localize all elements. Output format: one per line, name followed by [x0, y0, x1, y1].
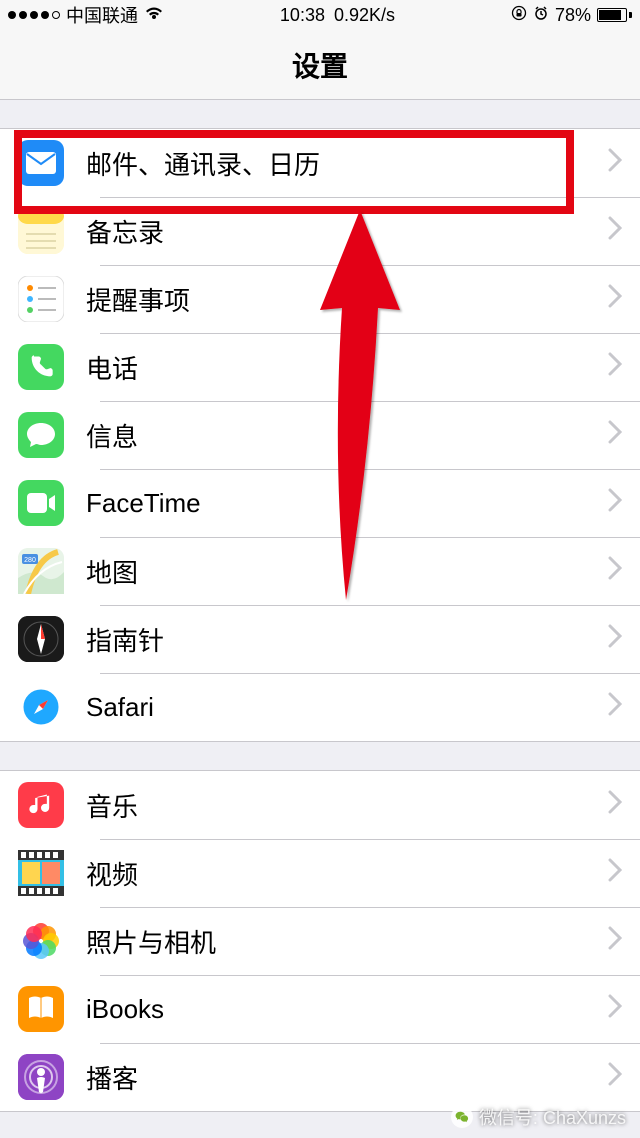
- svg-text:280: 280: [24, 557, 36, 564]
- chevron-right-icon: [608, 856, 622, 890]
- row-label: 备忘录: [86, 213, 608, 250]
- alarm-icon: [533, 5, 549, 26]
- settings-group: 音乐视频照片与相机 iBooks 播客: [0, 770, 640, 1112]
- row-label: 邮件、通讯录、日历: [86, 145, 608, 182]
- chevron-right-icon: [608, 350, 622, 384]
- row-mail[interactable]: 邮件、通讯录、日历: [0, 129, 640, 197]
- row-notes[interactable]: 备忘录: [0, 197, 640, 265]
- messages-icon: [18, 412, 64, 458]
- chevron-right-icon: [608, 924, 622, 958]
- chevron-right-icon: [608, 1060, 622, 1094]
- podcasts-icon: [18, 1054, 64, 1100]
- chevron-right-icon: [608, 690, 622, 724]
- time-label: 10:38: [280, 5, 325, 25]
- row-ibooks[interactable]: iBooks: [0, 975, 640, 1043]
- status-center: 10:38 0.92K/s: [280, 5, 395, 26]
- wechat-icon: [451, 1106, 473, 1128]
- row-photos[interactable]: 照片与相机: [0, 907, 640, 975]
- row-videos[interactable]: 视频: [0, 839, 640, 907]
- chevron-right-icon: [608, 282, 622, 316]
- settings-group: 邮件、通讯录、日历备忘录提醒事项电话信息 FaceTime 280 地图指南针 Safa…: [0, 128, 640, 742]
- speed-label: 0.92K/s: [334, 5, 395, 25]
- mail-icon: [18, 140, 64, 186]
- row-reminders[interactable]: 提醒事项: [0, 265, 640, 333]
- battery-icon: [597, 8, 632, 22]
- maps-icon: 280: [18, 548, 64, 594]
- row-label: Safari: [86, 692, 608, 723]
- row-safari[interactable]: Safari: [0, 673, 640, 741]
- chevron-right-icon: [608, 554, 622, 588]
- row-label: 播客: [86, 1059, 608, 1096]
- carrier-label: 中国联通: [66, 2, 138, 28]
- chevron-right-icon: [608, 146, 622, 180]
- group-spacer: [0, 100, 640, 128]
- row-messages[interactable]: 信息: [0, 401, 640, 469]
- orientation-lock-icon: [511, 5, 527, 26]
- music-icon: [18, 782, 64, 828]
- chevron-right-icon: [608, 992, 622, 1026]
- row-music[interactable]: 音乐: [0, 771, 640, 839]
- safari-icon: [18, 684, 64, 730]
- row-maps[interactable]: 280 地图: [0, 537, 640, 605]
- reminders-icon: [18, 276, 64, 322]
- row-label: 照片与相机: [86, 923, 608, 960]
- row-label: FaceTime: [86, 488, 608, 519]
- chevron-right-icon: [608, 486, 622, 520]
- chevron-right-icon: [608, 622, 622, 656]
- row-label: 音乐: [86, 787, 608, 824]
- row-label: iBooks: [86, 994, 608, 1025]
- nav-bar: 设置: [0, 30, 640, 100]
- row-label: 视频: [86, 855, 608, 892]
- watermark: 微信号: ChaXunzs: [451, 1104, 626, 1130]
- row-label: 提醒事项: [86, 281, 608, 318]
- watermark-text: 微信号: ChaXunzs: [479, 1104, 626, 1130]
- signal-dots-icon: [8, 11, 60, 19]
- status-left: 中国联通: [8, 2, 164, 28]
- chevron-right-icon: [608, 214, 622, 248]
- ibooks-icon: [18, 986, 64, 1032]
- facetime-icon: [18, 480, 64, 526]
- group-spacer: [0, 742, 640, 770]
- row-compass[interactable]: 指南针: [0, 605, 640, 673]
- row-facetime[interactable]: FaceTime: [0, 469, 640, 537]
- wifi-icon: [144, 5, 164, 26]
- row-label: 信息: [86, 417, 608, 454]
- row-label: 电话: [86, 349, 608, 386]
- battery-percent: 78%: [555, 5, 591, 26]
- row-label: 指南针: [86, 621, 608, 658]
- compass-icon: [18, 616, 64, 662]
- row-phone[interactable]: 电话: [0, 333, 640, 401]
- status-bar: 中国联通 10:38 0.92K/s 78%: [0, 0, 640, 30]
- chevron-right-icon: [608, 418, 622, 452]
- videos-icon: [18, 850, 64, 896]
- row-label: 地图: [86, 553, 608, 590]
- row-podcasts[interactable]: 播客: [0, 1043, 640, 1111]
- chevron-right-icon: [608, 788, 622, 822]
- notes-icon: [18, 208, 64, 254]
- photos-icon: [18, 918, 64, 964]
- phone-icon: [18, 344, 64, 390]
- status-right: 78%: [511, 5, 632, 26]
- page-title: 设置: [292, 45, 348, 85]
